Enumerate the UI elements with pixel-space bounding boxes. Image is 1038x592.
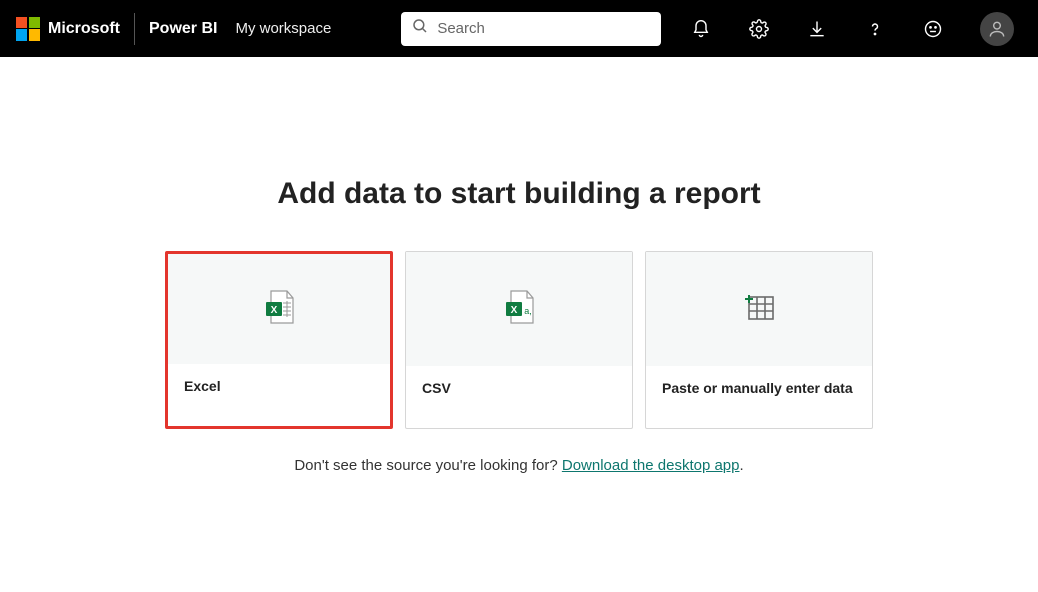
- card-csv-icon-area: X a,: [406, 252, 632, 366]
- notifications-icon[interactable]: [690, 18, 712, 40]
- download-icon[interactable]: [806, 18, 828, 40]
- search-box[interactable]: [401, 12, 661, 46]
- card-excel-label: Excel: [168, 364, 390, 426]
- card-excel-icon-area: X: [168, 254, 390, 364]
- search-input[interactable]: [437, 20, 651, 37]
- microsoft-icon: [16, 17, 40, 41]
- download-desktop-link[interactable]: Download the desktop app: [562, 457, 740, 474]
- card-csv[interactable]: X a, CSV: [405, 251, 633, 429]
- app-header: Microsoft Power BI My workspace: [0, 0, 1038, 57]
- microsoft-label: Microsoft: [48, 20, 120, 38]
- help-icon[interactable]: [864, 18, 886, 40]
- page-title: Add data to start building a report: [277, 177, 760, 211]
- workspace-breadcrumb[interactable]: My workspace: [231, 20, 331, 37]
- search-icon: [411, 17, 429, 40]
- feedback-smiley-icon[interactable]: [922, 18, 944, 40]
- microsoft-logo[interactable]: Microsoft: [16, 13, 135, 45]
- svg-text:a,: a,: [524, 306, 532, 316]
- footer-period: .: [740, 457, 744, 474]
- card-excel[interactable]: X Excel: [165, 251, 393, 429]
- table-plus-icon: [739, 287, 779, 332]
- card-paste-data[interactable]: Paste or manually enter data: [645, 251, 873, 429]
- account-avatar[interactable]: [980, 12, 1014, 46]
- header-actions: [690, 12, 1022, 46]
- card-paste-icon-area: [646, 252, 872, 366]
- excel-file-icon: X: [259, 287, 299, 332]
- card-csv-label: CSV: [406, 366, 632, 428]
- main-content: Add data to start building a report X: [0, 57, 1038, 474]
- svg-text:X: X: [511, 305, 518, 316]
- product-name[interactable]: Power BI: [135, 20, 231, 38]
- footer-prompt-text: Don't see the source you're looking for?: [294, 457, 562, 474]
- data-source-cards: X Excel X: [165, 251, 873, 429]
- csv-file-icon: X a,: [499, 287, 539, 332]
- footer-hint: Don't see the source you're looking for?…: [294, 457, 743, 474]
- settings-gear-icon[interactable]: [748, 18, 770, 40]
- svg-text:X: X: [271, 305, 278, 316]
- card-paste-label: Paste or manually enter data: [646, 366, 872, 428]
